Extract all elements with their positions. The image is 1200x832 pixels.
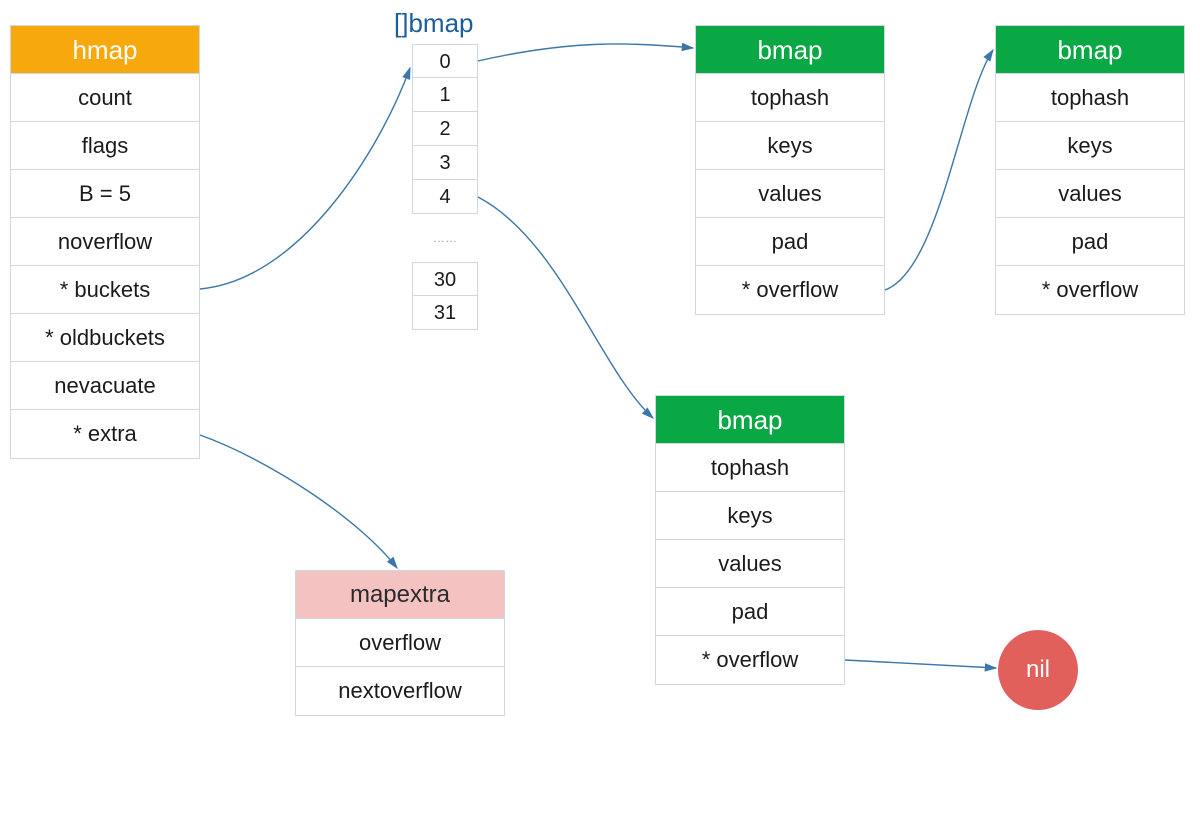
bucket-ellipsis: …… — [412, 214, 478, 262]
bucket-array: 0 1 2 3 4 …… 30 31 — [412, 44, 478, 330]
mapextra-header: mapextra — [296, 571, 504, 619]
mapextra-field: overflow — [296, 619, 504, 667]
hmap-struct: hmap count flags B = 5 noverflow * bucke… — [10, 25, 200, 459]
bmap-struct: bmap tophash keys values pad * overflow — [995, 25, 1185, 315]
bucket-idx-4: 4 — [412, 180, 478, 214]
mapextra-struct: mapextra overflow nextoverflow — [295, 570, 505, 716]
nil-label: nil — [1026, 656, 1050, 684]
hmap-field: noverflow — [11, 218, 199, 266]
bucket-idx: 3 — [412, 146, 478, 180]
bmap-field: pad — [656, 588, 844, 636]
hmap-field: B = 5 — [11, 170, 199, 218]
bmap-struct: bmap tophash keys values pad * overflow — [695, 25, 885, 315]
bmap-field: keys — [696, 122, 884, 170]
nil-node: nil — [998, 630, 1078, 710]
bmap-struct: bmap tophash keys values pad * overflow — [655, 395, 845, 685]
bmap-field: tophash — [656, 444, 844, 492]
hmap-field: flags — [11, 122, 199, 170]
hmap-field-buckets: * buckets — [11, 266, 199, 314]
bmap-field-overflow: * overflow — [996, 266, 1184, 314]
bmap-header: bmap — [696, 26, 884, 74]
bucket-idx: 1 — [412, 78, 478, 112]
bmap-field: keys — [656, 492, 844, 540]
hmap-field: nevacuate — [11, 362, 199, 410]
bmap-field: values — [996, 170, 1184, 218]
mapextra-field: nextoverflow — [296, 667, 504, 715]
bucket-idx-0: 0 — [412, 44, 478, 78]
bmap-field: tophash — [696, 74, 884, 122]
hmap-header: hmap — [11, 26, 199, 74]
bucket-idx: 31 — [412, 296, 478, 330]
bmap-header: bmap — [656, 396, 844, 444]
bmap-field: keys — [996, 122, 1184, 170]
bmap-field-overflow: * overflow — [656, 636, 844, 684]
hmap-field: count — [11, 74, 199, 122]
bucket-idx: 30 — [412, 262, 478, 296]
hmap-field-extra: * extra — [11, 410, 199, 458]
bmap-field: pad — [696, 218, 884, 266]
bmap-field: values — [656, 540, 844, 588]
bmap-header: bmap — [996, 26, 1184, 74]
hmap-field: * oldbuckets — [11, 314, 199, 362]
bmap-field-overflow: * overflow — [696, 266, 884, 314]
bmap-field: values — [696, 170, 884, 218]
bucket-idx: 2 — [412, 112, 478, 146]
array-label: []bmap — [394, 8, 474, 39]
bmap-field: pad — [996, 218, 1184, 266]
bmap-field: tophash — [996, 74, 1184, 122]
